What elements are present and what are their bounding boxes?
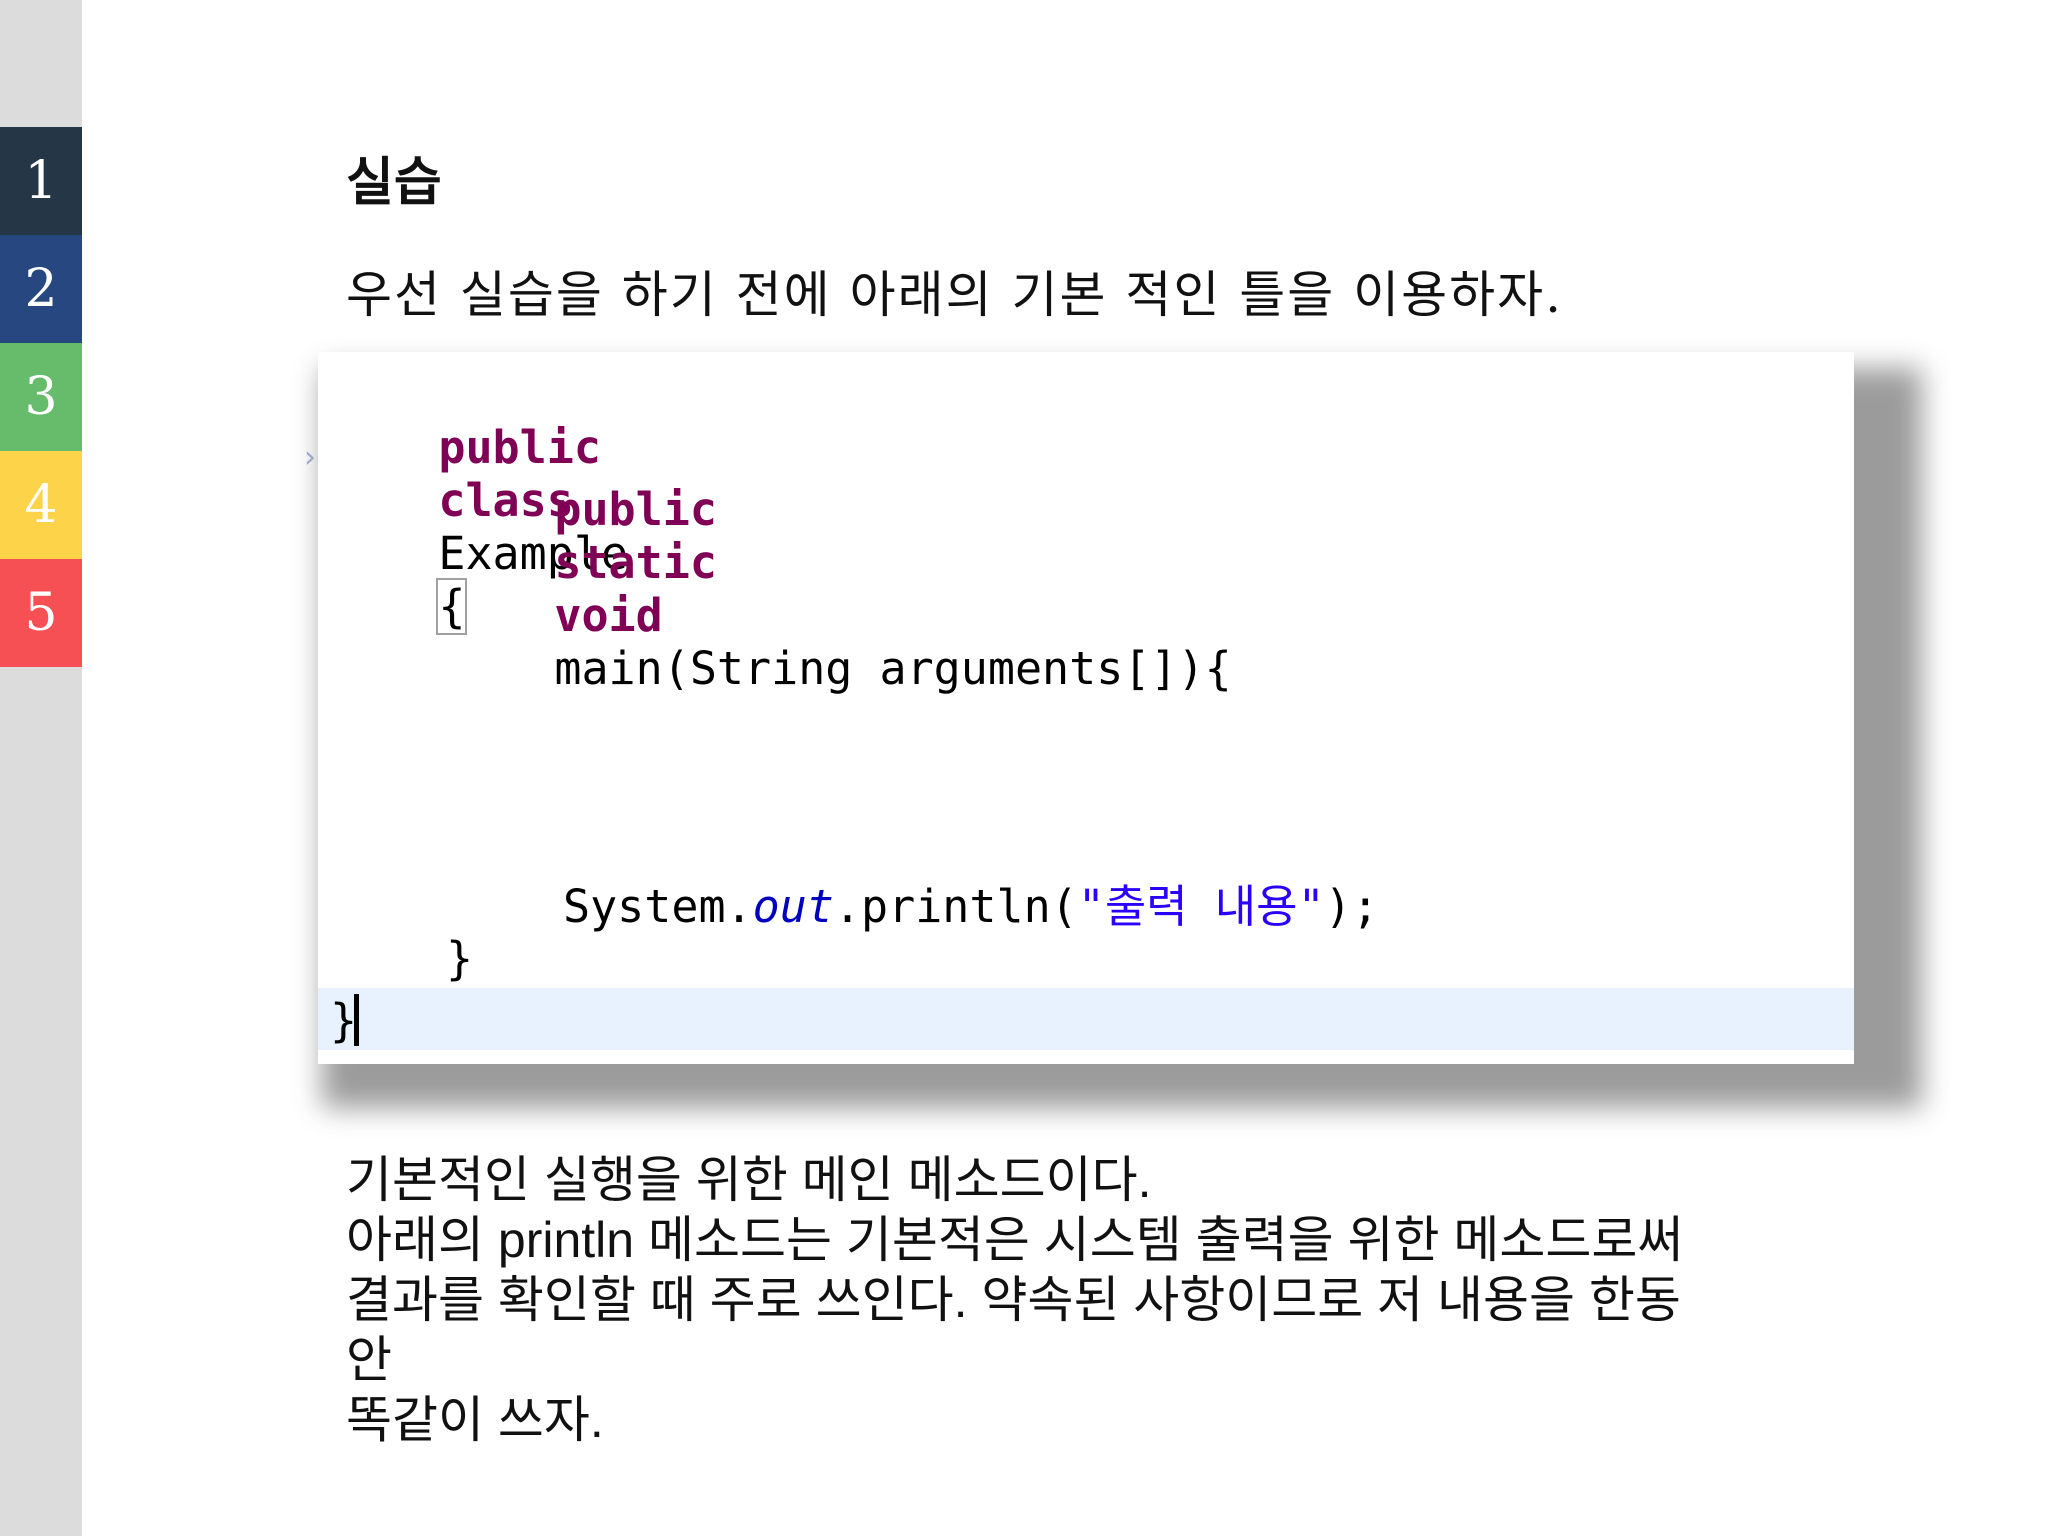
desc-line-5: 똑같이 쓰자. bbox=[346, 1392, 604, 1448]
system-ref: System. bbox=[563, 880, 753, 933]
code-line-println: System.out.println("출력 내용"); bbox=[563, 870, 1379, 935]
desc-line-4: 안 bbox=[346, 1332, 392, 1388]
code-line-main-decl: public static void main(String arguments… bbox=[446, 430, 1232, 748]
out-field: out bbox=[752, 880, 834, 933]
intro-text: 우선 실습을 하기 전에 아래의 기본 적인 틀을 이용하자. bbox=[346, 266, 1564, 324]
main-signature: main(String arguments[]){ bbox=[554, 642, 1232, 695]
nav-tab-3[interactable]: 3 bbox=[0, 343, 82, 451]
fold-marker-icon: › bbox=[304, 440, 316, 475]
keyword-static: static bbox=[554, 536, 717, 589]
keyword-public: public bbox=[554, 483, 717, 536]
nav-tab-1[interactable]: 1 bbox=[0, 127, 82, 235]
slide-title: 실습 bbox=[346, 152, 442, 213]
slide-nav-sidebar: 1 2 3 4 5 bbox=[0, 0, 82, 1536]
current-line-highlight bbox=[318, 988, 1854, 1050]
println-call: .println( bbox=[833, 880, 1078, 933]
desc-line-3: 결과를 확인할 때 주로 쓰인다. 약속된 사항이므로 저 내용을 한동 bbox=[346, 1272, 1681, 1328]
text-caret bbox=[354, 994, 359, 1046]
desc-line-1: 기본적인 실행을 위한 메인 메소드이다. bbox=[346, 1152, 1152, 1208]
nav-tab-5[interactable]: 5 bbox=[0, 559, 82, 667]
code-line-main-close: } bbox=[446, 932, 474, 985]
call-end: ); bbox=[1324, 880, 1379, 933]
nav-tab-2[interactable]: 2 bbox=[0, 235, 82, 343]
description-text: 기본적인 실행을 위한 메인 메소드이다. 아래의 println 메소드는 기… bbox=[346, 1150, 1846, 1450]
code-editor-screenshot: public class Example { public static voi… bbox=[318, 352, 1854, 1064]
keyword-void: void bbox=[554, 589, 663, 642]
nav-tab-4[interactable]: 4 bbox=[0, 451, 82, 559]
desc-line-2: 아래의 println 메소드는 기본적은 시스템 출력을 위한 메소드로써 bbox=[346, 1212, 1684, 1268]
string-literal: "출력 내용" bbox=[1077, 880, 1325, 933]
